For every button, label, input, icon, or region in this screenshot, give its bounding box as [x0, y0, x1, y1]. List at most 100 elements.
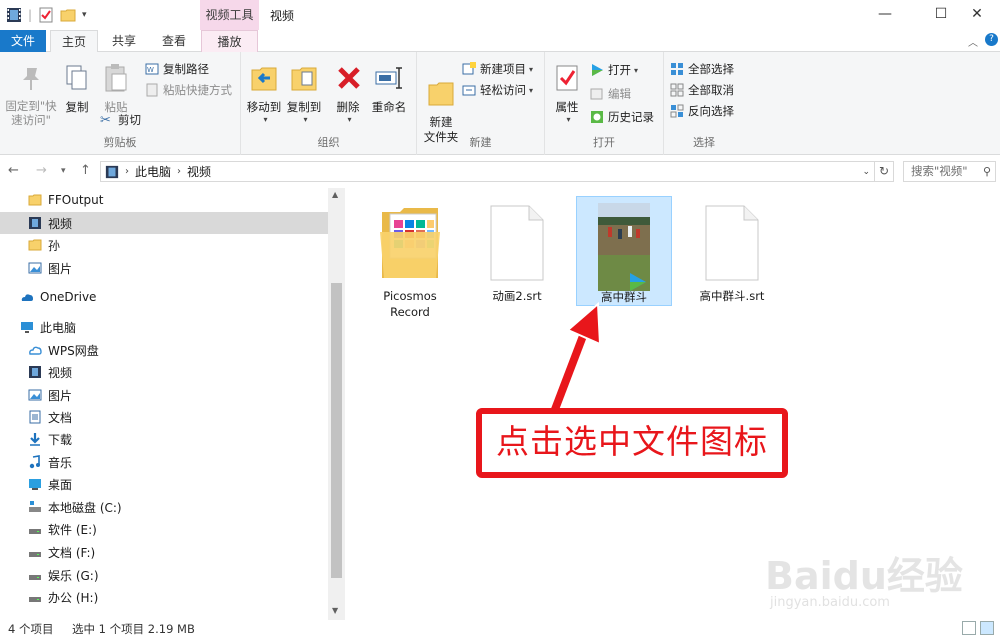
file-item-video[interactable]: 高中群斗 [576, 196, 672, 306]
sidebar-item[interactable]: FFOutput [0, 189, 328, 211]
copy-path-label: 复制路径 [163, 62, 209, 76]
refresh-button[interactable]: ↻ [875, 161, 894, 182]
move-to-dropdown-icon: ▾ [263, 115, 268, 124]
pin-icon [23, 68, 39, 90]
recent-locations-icon[interactable]: ▾ [61, 166, 66, 176]
sidebar-item-label: 视频 [48, 216, 73, 231]
sidebar-item[interactable]: 视频 [0, 361, 328, 383]
copy-path-button[interactable]: W 复制路径 [145, 61, 209, 77]
delete-button[interactable]: 删除 ▾ [333, 62, 363, 124]
properties-button[interactable]: 属性 ▾ [551, 62, 583, 124]
search-input[interactable]: 搜索"视频" ⚲ [903, 161, 996, 182]
delete-icon [338, 67, 360, 89]
large-icons-view-icon[interactable] [980, 621, 994, 635]
up-arrow-icon[interactable]: ↑ [80, 163, 91, 178]
scroll-up-icon[interactable]: ▲ [332, 190, 338, 199]
navigation-bar: ← → ▾ ↑ › 此电脑 › 视频 ⌄ ↻ 搜索"视频" ⚲ [0, 156, 1000, 186]
sidebar-item[interactable]: 图片 [0, 257, 328, 279]
details-view-icon[interactable] [962, 621, 976, 635]
select-all-label: 全部选择 [688, 62, 734, 76]
scroll-down-icon[interactable]: ▼ [332, 606, 338, 615]
invert-selection-icon [670, 104, 684, 118]
tab-play[interactable]: 播放 [201, 30, 258, 52]
search-icon: ⚲ [982, 165, 991, 178]
minimize-button[interactable]: — [862, 0, 908, 30]
easy-access-icon [462, 85, 476, 96]
ribbon-collapse-icon[interactable]: ︿ [968, 34, 978, 49]
file-name: Picosmos Record [383, 289, 437, 319]
new-folder-icon[interactable] [60, 7, 76, 23]
sidebar-item-label: 下载 [48, 432, 73, 447]
breadcrumb-separator-icon: › [177, 166, 182, 177]
address-bar[interactable]: › 此电脑 › 视频 ⌄ [100, 161, 875, 182]
new-item-button[interactable]: 新建项目 ▾ [462, 61, 533, 77]
copy-button[interactable]: 复制 [60, 62, 94, 115]
sidebar-item[interactable]: 下载 [0, 428, 328, 450]
paste-icon [105, 64, 127, 92]
file-name: 高中群斗.srt [699, 289, 765, 303]
select-all-button[interactable]: 全部选择 [670, 61, 734, 77]
sidebar-item[interactable]: 视频 [0, 212, 328, 234]
qat-customize-icon[interactable]: ▾ [82, 10, 87, 20]
sidebar-item[interactable]: 桌面 [0, 473, 328, 495]
group-label-new: 新建 [469, 136, 492, 149]
scrollbar[interactable]: ▲ ▼ [328, 188, 345, 620]
address-dropdown-icon[interactable]: ⌄ [862, 167, 870, 177]
cut-button[interactable]: ✂ 剪切 [100, 112, 141, 128]
history-button[interactable]: 历史记录 [590, 109, 654, 125]
close-button[interactable]: ✕ [954, 0, 1000, 30]
scroll-thumb[interactable] [331, 283, 342, 578]
tab-file[interactable]: 文件 [0, 30, 46, 52]
sidebar-item[interactable]: 图片 [0, 384, 328, 406]
sidebar-item[interactable]: 娱乐 (G:) [0, 564, 328, 586]
file-item-srt[interactable]: 高中群斗.srt [684, 196, 780, 306]
annotation-arrow [547, 301, 602, 415]
ribbon: 固定到"快速访问" 复制 粘贴 W 复制路径 粘贴快捷方式 ✂ 剪切 剪贴板 移… [0, 52, 1000, 155]
sidebar-item[interactable]: 本地磁盘 (C:) [0, 496, 328, 518]
invert-selection-button[interactable]: 反向选择 [670, 103, 734, 119]
paste-shortcut-icon [146, 83, 158, 97]
pin-quick-access-button[interactable]: 固定到"快速访问" [3, 62, 59, 127]
invert-selection-label: 反向选择 [688, 104, 734, 118]
copy-icon [66, 65, 87, 90]
watermark: Baidu经验 jingyan.baidu.com [765, 545, 980, 615]
sidebar-item[interactable]: 此电脑 [0, 316, 328, 338]
sidebar-item[interactable]: OneDrive [0, 286, 328, 308]
sidebar-item[interactable]: WPS网盘 [0, 339, 328, 361]
drive-icon [29, 552, 41, 557]
copy-to-button[interactable]: 复制到 ▾ [285, 62, 323, 124]
edit-button[interactable]: 编辑 [590, 86, 631, 102]
breadcrumb-this-pc[interactable]: 此电脑 [135, 163, 171, 180]
open-button[interactable]: 打开 ▾ [590, 62, 638, 78]
sidebar-item[interactable]: 办公 (H:) [0, 586, 328, 608]
tab-home[interactable]: 主页 [50, 30, 98, 53]
tab-share[interactable]: 共享 [104, 30, 144, 52]
sidebar-item[interactable]: 软件 (E:) [0, 518, 328, 540]
qat-separator: | [28, 8, 33, 22]
new-item-icon [462, 62, 476, 75]
file-item-folder[interactable]: Picosmos Record [362, 196, 458, 319]
sidebar-item[interactable]: 孙 [0, 234, 328, 256]
folder-thumbnail-icon [380, 208, 440, 278]
breadcrumb-videos[interactable]: 视频 [187, 163, 211, 180]
properties-icon[interactable] [38, 7, 54, 23]
group-select: 全部选择 全部取消 反向选择 选择 [664, 52, 744, 155]
easy-access-button[interactable]: 轻松访问 ▾ [462, 82, 533, 98]
move-to-button[interactable]: 移动到 ▾ [245, 62, 283, 124]
tab-view[interactable]: 查看 [152, 30, 196, 52]
sidebar-item[interactable]: 文档 [0, 406, 328, 428]
paste-shortcut-button[interactable]: 粘贴快捷方式 [145, 82, 232, 98]
search-placeholder: 搜索"视频" [911, 164, 968, 178]
copy-path-icon: W [145, 63, 159, 75]
sidebar-item[interactable]: 文档 (F:) [0, 541, 328, 563]
sidebar-item-label: 桌面 [48, 477, 73, 492]
sidebar-item[interactable]: 音乐 [0, 451, 328, 473]
paste-button[interactable]: 粘贴 [98, 62, 134, 115]
file-item-srt[interactable]: 动画2.srt [469, 196, 565, 306]
rename-button[interactable]: 重命名 [369, 62, 409, 115]
forward-arrow-icon[interactable]: → [36, 163, 47, 178]
pin-label: 固定到"快速访问" [5, 99, 57, 127]
back-arrow-icon[interactable]: ← [8, 163, 19, 178]
help-icon[interactable]: ? [985, 33, 998, 46]
select-none-button[interactable]: 全部取消 [670, 82, 734, 98]
